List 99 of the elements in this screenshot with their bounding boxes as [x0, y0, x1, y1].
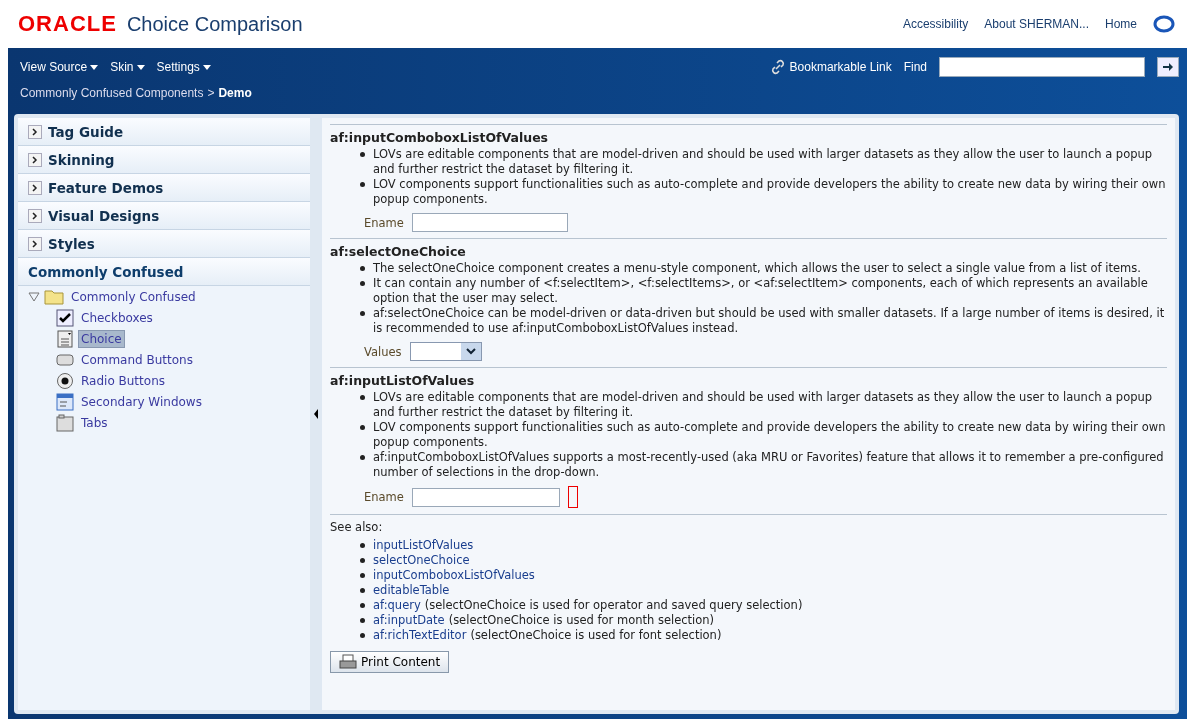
reference-link[interactable]: inputComboboxListOfValues — [373, 568, 535, 583]
bullet-text: LOV components support functionalities such as auto-complete and provide developers the ability to create new data by wiring their own popup components. — [373, 420, 1167, 450]
bullet-text: It can contain any number of <f:selectItem>, <f:selectItems>, or <af:selectItem> components, each of which represents an available option that the user may select. — [373, 276, 1149, 306]
header-link[interactable]: About SHERMAN... — [984, 17, 1089, 31]
collapse-handle-icon[interactable] — [314, 409, 318, 419]
bullet-icon — [360, 633, 365, 638]
accordion-label: Skinning — [48, 151, 115, 168]
expand-icon — [28, 124, 42, 139]
see-also-label: See also: — [330, 520, 384, 534]
section-title: af:inputComboboxListOfValues — [330, 130, 550, 145]
menu-button[interactable]: Skin — [110, 60, 145, 74]
caret-icon — [202, 64, 211, 70]
page-title: Choice Comparison — [126, 12, 303, 36]
field-label: Ename — [364, 215, 404, 230]
field-label: Values — [364, 344, 402, 359]
input-field[interactable] — [411, 487, 560, 507]
accordion-label: Styles — [48, 235, 95, 252]
header-link[interactable]: Home — [1105, 17, 1137, 31]
bullet-icon — [360, 588, 365, 593]
tree-item[interactable]: Choice — [78, 329, 125, 348]
tree-item[interactable]: Checkboxes — [78, 308, 156, 327]
chevron-down-icon — [465, 348, 476, 355]
select-dropdown[interactable] — [409, 342, 482, 361]
accordion-label: Tag Guide — [48, 123, 124, 140]
find-field[interactable] — [939, 57, 1145, 77]
breadcrumb-separator: > — [207, 86, 215, 102]
menu-button[interactable]: View Source — [20, 60, 99, 74]
bullet-text: LOVs are editable components that are model-driven and should be used with larger datasets as they allow the user to launch a popup and further restrict the dataset by filtering it. — [373, 147, 1154, 177]
bullet-text: af:selectOneChoice can be model-driven or data-driven but should be used with smaller datasets. If a large number of items is desired, it is recommended to use af:inputComboboxListOfValues instead. — [373, 306, 1166, 336]
bullet-text: LOVs are editable components that are model-driven and should be used with larger datasets as they allow the user to launch a popup and further restrict the dataset by filtering it. — [373, 390, 1154, 420]
bullet-icon — [360, 618, 365, 623]
section-title: af:inputListOfValues — [330, 373, 476, 388]
caret-icon — [136, 64, 145, 70]
arrow-right-icon — [1162, 61, 1174, 73]
bullet-icon — [360, 311, 365, 316]
breadcrumb-current: Demo — [218, 86, 252, 102]
accordion-header[interactable]: Commonly Confused — [18, 258, 310, 286]
tree-item[interactable]: Secondary Windows — [78, 392, 205, 411]
radio-button-icon — [56, 371, 74, 390]
accordion-label: Commonly Confused — [28, 263, 184, 280]
reference-link[interactable]: af:inputDate — [373, 613, 445, 628]
accordion-header[interactable]: Skinning — [18, 146, 310, 174]
section-title: af:selectOneChoice — [330, 244, 467, 259]
bullet-text: The selectOneChoice component creates a menu-style component, which allows the user to select a single value from a list of items. — [373, 261, 1141, 276]
menu-button[interactable]: Settings — [156, 60, 211, 74]
tabs-icon — [56, 413, 74, 432]
tree-item[interactable]: Command Buttons — [78, 350, 196, 369]
expand-icon — [28, 236, 42, 251]
reference-link[interactable]: selectOneChoice — [373, 553, 470, 568]
bullet-icon — [360, 455, 365, 460]
accordion-label: Visual Designs — [48, 207, 160, 224]
accordion-header[interactable]: Visual Designs — [18, 202, 310, 230]
tree-item[interactable]: Tabs — [78, 413, 111, 432]
print-button[interactable]: Print Content — [330, 651, 450, 673]
oval-logo-icon — [1153, 15, 1175, 33]
accordion-label: Feature Demos — [48, 179, 164, 196]
bookmark-link[interactable]: Bookmarkable Link — [789, 60, 892, 74]
printer-icon — [339, 654, 357, 670]
bullet-text: af:inputComboboxListOfValues supports a most-recently-used (aka MRU or Favorites) feature that allows it to remember a pre-configured number of selections in the drop-down. — [373, 450, 1165, 480]
field-label: Ename — [364, 490, 404, 504]
dropdown-list-icon — [56, 329, 74, 348]
expanded-triangle-icon[interactable] — [28, 291, 40, 302]
caret-icon — [90, 64, 99, 70]
checkbox-icon — [56, 308, 74, 327]
breadcrumb-link[interactable]: Commonly Confused Components — [20, 86, 204, 114]
reference-link[interactable]: af:richTextEditor — [373, 628, 467, 643]
bullet-icon — [360, 558, 365, 563]
bullet-icon — [360, 543, 365, 548]
bullet-icon — [360, 395, 365, 400]
reference-link[interactable]: editableTable — [373, 583, 450, 598]
expand-icon — [28, 180, 42, 195]
folder-icon — [44, 288, 64, 305]
reference-note: (selectOneChoice is used for font selection) — [470, 628, 722, 643]
find-label: Find — [903, 60, 927, 74]
header-link[interactable]: Accessibility — [902, 17, 969, 31]
go-button[interactable] — [1157, 57, 1179, 77]
window-icon — [56, 392, 74, 411]
expand-icon — [28, 152, 42, 167]
bullet-icon — [360, 281, 365, 286]
bullet-icon — [360, 573, 365, 578]
accordion-header[interactable]: Feature Demos — [18, 174, 310, 202]
reference-note: (selectOneChoice is used for month selection) — [448, 613, 715, 628]
bullet-icon — [360, 425, 365, 430]
combobox-field[interactable] — [411, 213, 568, 232]
bullet-icon — [360, 182, 365, 187]
reference-link[interactable]: inputListOfValues — [373, 538, 474, 553]
link-icon — [769, 59, 786, 75]
tree-item[interactable]: Radio Buttons — [78, 371, 168, 390]
accordion-header[interactable]: Styles — [18, 230, 310, 258]
bullet-icon — [360, 152, 365, 157]
accordion-header[interactable]: Tag Guide — [18, 118, 310, 146]
reference-note: (selectOneChoice is used for operator and saved query selection) — [424, 598, 803, 613]
bullet-icon — [360, 266, 365, 271]
bullet-text: LOV components support functionalities such as auto-complete and provide developers the ability to create new data by wiring their own popup components. — [373, 177, 1167, 207]
brand-logo: ORACLE — [18, 11, 117, 37]
reference-link[interactable]: af:query — [373, 598, 421, 613]
expand-icon — [28, 208, 42, 223]
tree-item[interactable]: Commonly Confused — [68, 287, 199, 306]
bullet-icon — [360, 603, 365, 608]
